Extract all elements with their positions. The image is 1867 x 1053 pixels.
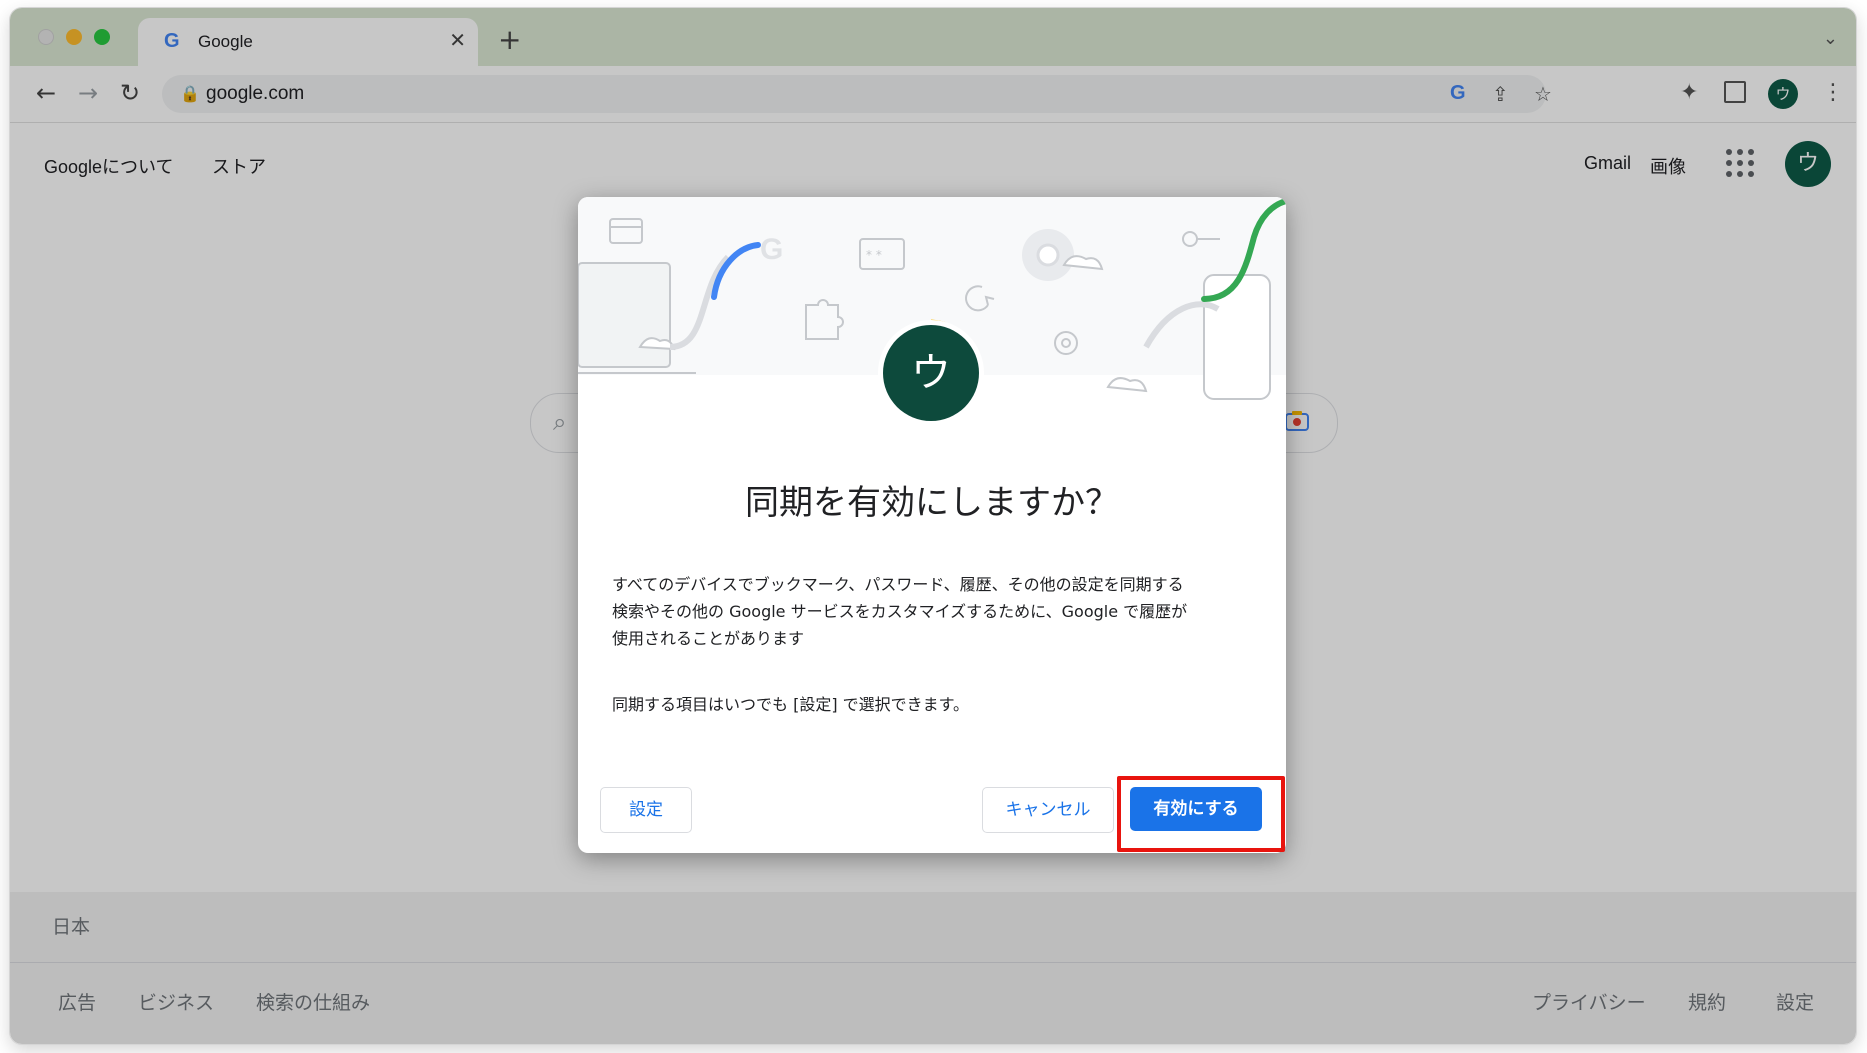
dialog-body-line: すべてのデバイスでブックマーク、パスワード、履歴、その他の設定を同期する <box>612 575 1184 594</box>
dialog-body-line: 使用されることがあります <box>612 629 805 648</box>
svg-text:G: G <box>760 233 783 266</box>
settings-button[interactable]: 設定 <box>600 787 692 833</box>
dialog-note: 同期する項目はいつでも [設定] で選択できます。 <box>612 695 970 714</box>
sync-dialog: G * * ウ 同期を有効にしますか？ すべてのデバイスでブックマーク、パスワー… <box>578 197 1286 853</box>
dialog-description: すべてのデバイスでブックマーク、パスワード、履歴、その他の設定を同期する 検索や… <box>612 571 1262 652</box>
dialog-title: 同期を有効にしますか？ <box>745 483 1119 523</box>
svg-text:* *: * * <box>866 248 882 262</box>
dialog-body-line: 検索やその他の Google サービスをカスタマイズするために、Google で… <box>612 602 1188 621</box>
highlight-box <box>1117 776 1285 852</box>
dialog-avatar: ウ <box>883 325 979 421</box>
cancel-button[interactable]: キャンセル <box>982 787 1114 833</box>
